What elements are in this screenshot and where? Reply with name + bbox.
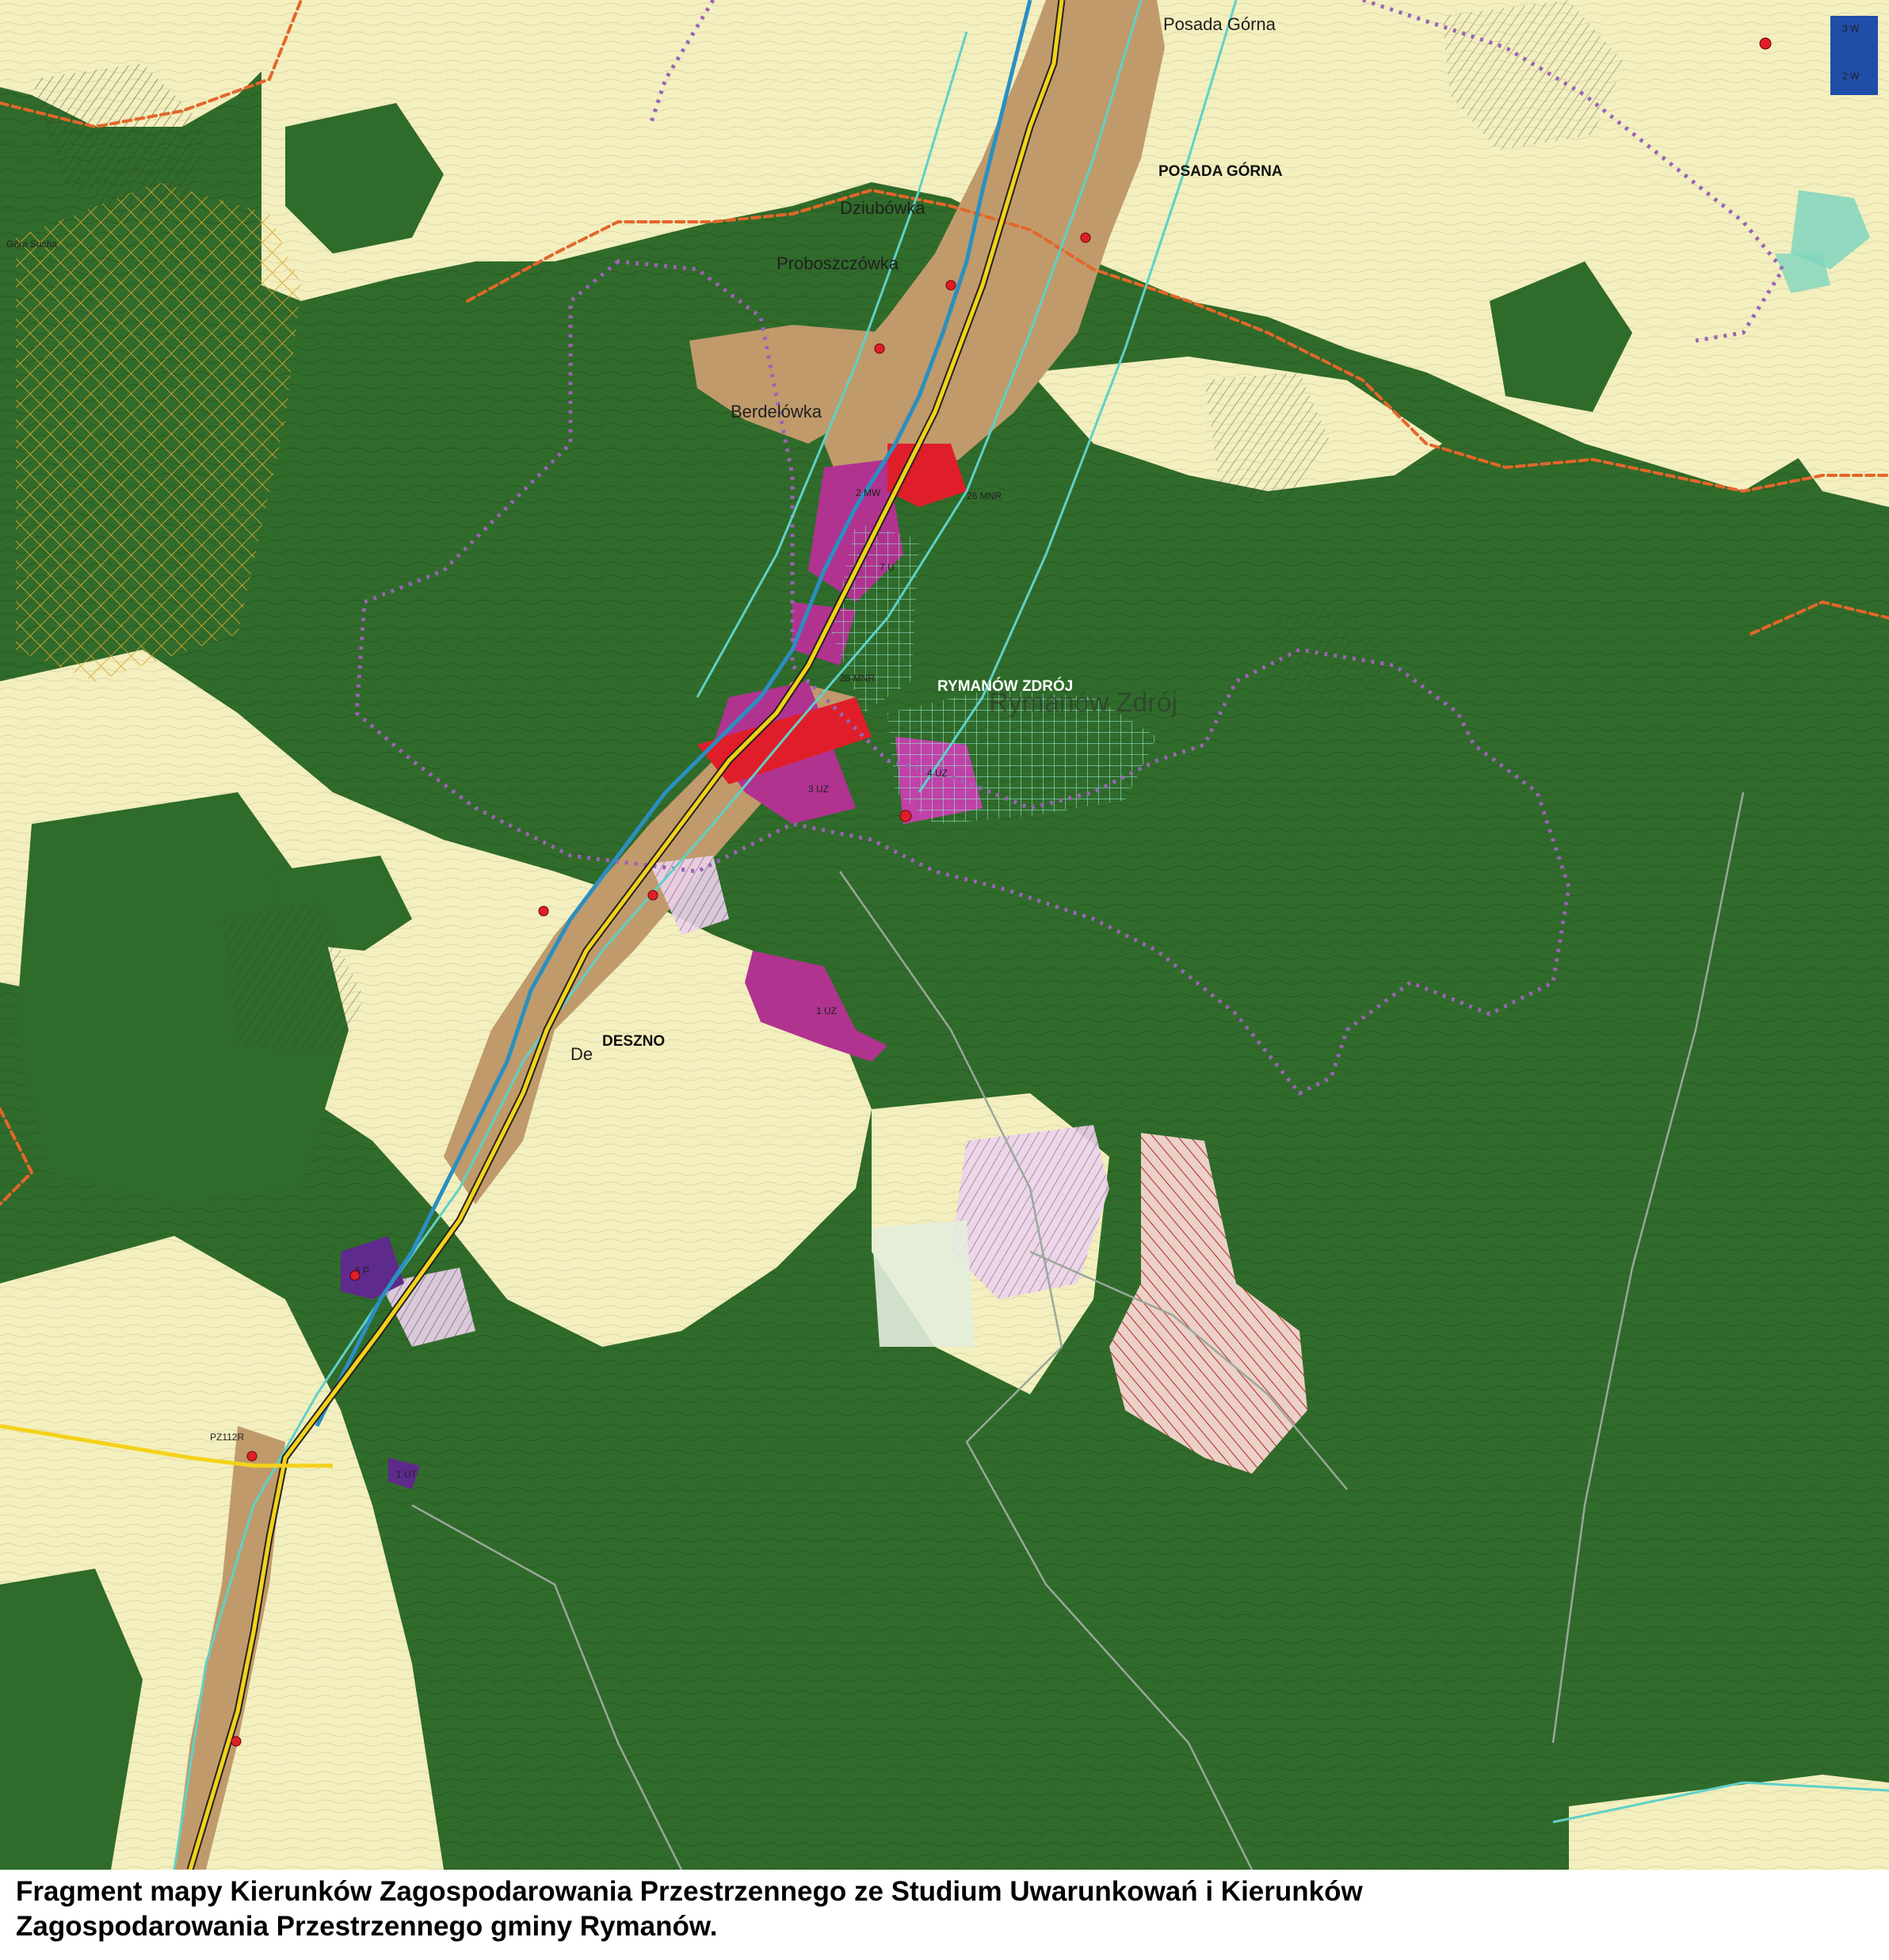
caption-line-1: Fragment mapy Kierunków Zagospodarowania… [16, 1876, 1363, 1907]
label-deszno: De [571, 1044, 593, 1064]
label-1ut: 1 UT [396, 1469, 418, 1480]
label-28mnr: 28 MNR [840, 673, 875, 684]
label-7u: 7 U [880, 562, 895, 573]
label-2mw: 2 MW [856, 487, 881, 498]
label-posada-gorna-zone: POSADA GÓRNA [1158, 162, 1283, 180]
label-posada-gorna: Posada Górna [1163, 14, 1277, 34]
land-use-map[interactable]: Posada Górna POSADA GÓRNA RYMANÓW ZDRÓJ … [0, 0, 1889, 1870]
label-deszno-zone: DESZNO [602, 1033, 665, 1050]
label-berdelowka: Berdelówka [731, 402, 822, 421]
label-26mnr: 26 MNR [967, 490, 1002, 501]
label-pz112r: PZ112R [210, 1432, 244, 1443]
label-proboszczowka: Proboszczówka [777, 254, 899, 273]
label-1uz: 1 UZ [816, 1005, 837, 1016]
label-dzubowka: Dziubówka [840, 198, 925, 218]
label-rymanow-zdroj: Rymanów Zdrój [989, 688, 1177, 718]
map-caption: Fragment mapy Kierunków Zagospodarowania… [16, 1874, 1873, 1944]
label-3w: 3 W [1842, 23, 1860, 34]
label-4uz: 4 UZ [927, 768, 948, 779]
label-3uz: 3 UZ [808, 784, 829, 795]
label-2w: 2 W [1842, 71, 1860, 82]
caption-line-2: Zagospodarowania Przestrzennego gminy Ry… [16, 1911, 718, 1942]
label-gora-sucha: Góra Sucha [6, 238, 57, 250]
